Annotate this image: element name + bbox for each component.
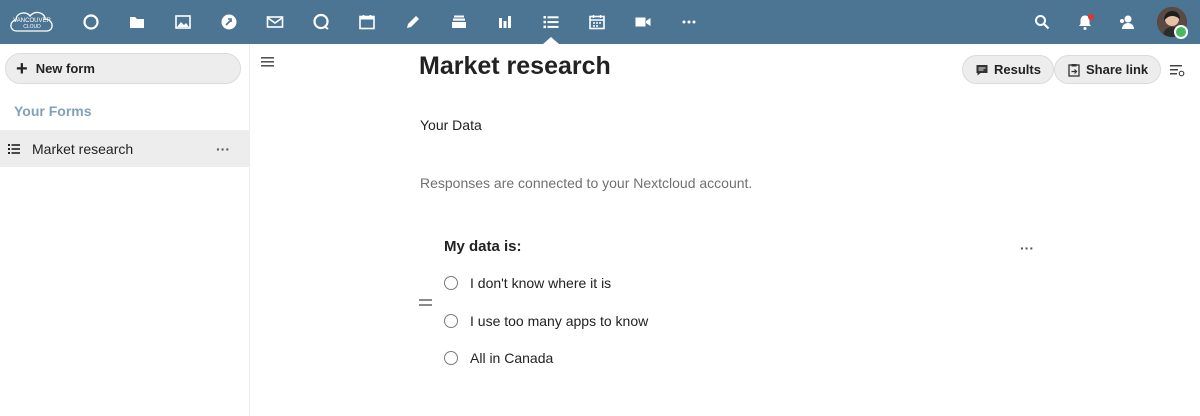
question-option[interactable]: I use too many apps to know [444,311,648,331]
sidebar-settings-icon[interactable] [1169,62,1185,78]
results-button[interactable]: Results [962,55,1054,84]
analytics-icon[interactable] [493,10,517,34]
share-link-button[interactable]: Share link [1054,55,1162,84]
radio-button[interactable] [444,276,458,290]
form-actions-more-icon[interactable]: ··· [213,141,233,157]
notifications-icon[interactable] [1073,10,1097,34]
calendar-icon[interactable] [355,10,379,34]
top-header: VANCOUVER CLOUD [0,0,1200,44]
video-icon[interactable] [631,10,655,34]
contacts-icon[interactable] [1115,10,1139,34]
search-icon[interactable] [1030,10,1054,34]
tasks-icon[interactable] [585,10,609,34]
online-status-indicator [1174,25,1188,39]
notification-badge [1088,14,1094,20]
clipboard-icon [1068,63,1080,77]
app-navigation: + New form Your Forms Market research ··… [0,44,250,416]
option-label: All in Canada [470,350,554,366]
list-icon [8,143,20,154]
form-description: Your Data [420,117,482,133]
new-form-label: New form [35,61,95,76]
question-title: My data is: [444,238,522,255]
question-option[interactable]: I don't know where it is [444,273,611,293]
radio-button[interactable] [444,351,458,365]
more-apps-icon[interactable] [677,10,701,34]
question-actions-more-icon[interactable]: ··· [1017,240,1037,256]
sidebar-item-market-research[interactable]: Market research ··· [0,130,249,167]
option-label: I don't know where it is [470,275,612,291]
vancouver-cloud-logo[interactable]: VANCOUVER CLOUD [7,7,57,37]
option-label: I use too many apps to know [470,313,649,329]
share-link-label: Share link [1086,62,1149,77]
notes-icon[interactable] [401,10,425,34]
photos-icon[interactable] [171,10,195,34]
forms-icon[interactable] [539,10,563,34]
responses-helper-text: Responses are connected to your Nextclou… [420,175,753,191]
activity-icon[interactable] [217,10,241,34]
drag-handle-icon[interactable] [419,299,432,309]
talk-icon[interactable] [309,10,333,34]
plus-icon: + [16,57,28,80]
dashboard-icon[interactable] [79,10,103,34]
deck-icon[interactable] [447,10,471,34]
new-form-button[interactable]: + New form [5,53,241,84]
logo-text-line2: CLOUD [23,24,41,30]
toggle-navigation-icon[interactable] [260,55,276,69]
sidebar-item-label: Market research [32,140,134,157]
files-icon[interactable] [125,10,149,34]
question-option[interactable]: All in Canada [444,348,553,368]
page-title: Market research [419,52,611,80]
active-app-indicator [543,37,559,44]
mail-icon[interactable] [263,10,287,34]
radio-button[interactable] [444,314,458,328]
your-forms-caption: Your Forms [14,103,92,119]
results-label: Results [994,62,1041,77]
comment-icon [976,64,988,75]
